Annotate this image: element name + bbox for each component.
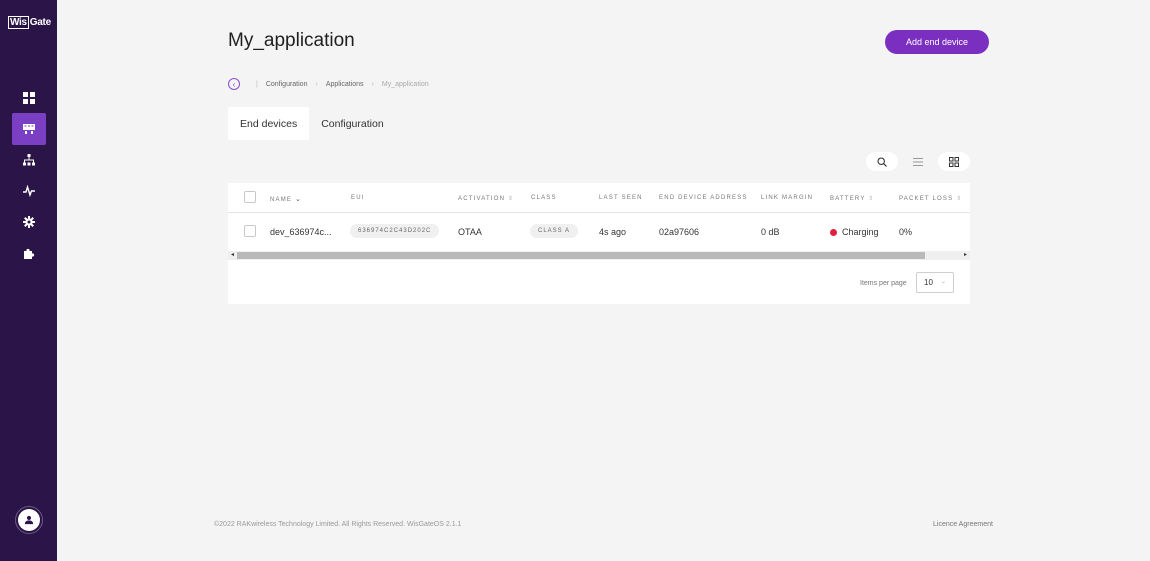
breadcrumb: ‹ | Configuration › Applications › My_ap… bbox=[228, 78, 429, 90]
table-row[interactable]: dev_636974c... 636974C2C43D202C OTAA CLA… bbox=[228, 213, 970, 250]
items-per-page-select[interactable]: 10 ⌄ bbox=[916, 272, 954, 293]
sidebar-item-dashboard[interactable] bbox=[12, 82, 46, 114]
list-view-button[interactable] bbox=[902, 152, 934, 171]
footer-copyright: ©2022 RAKwireless Technology Limited. Al… bbox=[214, 521, 462, 528]
battery-status-dot bbox=[830, 229, 837, 236]
device-packet-loss: 0% bbox=[899, 227, 913, 237]
sidebar-item-activity[interactable] bbox=[12, 175, 46, 207]
breadcrumb-item-configuration[interactable]: Configuration bbox=[266, 81, 308, 88]
back-button[interactable]: ‹ bbox=[228, 78, 240, 90]
sidebar-item-end-devices[interactable] bbox=[12, 113, 46, 145]
chevron-left-icon: ‹ bbox=[232, 79, 236, 89]
column-header-link-margin: LINK MARGIN bbox=[761, 195, 814, 201]
user-icon bbox=[24, 515, 34, 525]
column-header-packet-loss[interactable]: PACKET LOSS ⇕ bbox=[899, 195, 962, 202]
grid-icon bbox=[23, 92, 35, 104]
column-header-name[interactable]: NAME ⌄ bbox=[270, 195, 302, 203]
device-link-margin: 0 dB bbox=[761, 227, 780, 237]
network-icon bbox=[23, 154, 35, 166]
column-header-last-seen: LAST SEEN bbox=[599, 195, 643, 201]
sidebar-item-network[interactable] bbox=[12, 144, 46, 176]
device-last-seen: 4s ago bbox=[599, 227, 627, 237]
breadcrumb-item-current: My_application bbox=[381, 80, 429, 88]
column-header-battery[interactable]: BATTERY ⇕ bbox=[830, 195, 875, 202]
add-end-device-button[interactable]: Add end device bbox=[885, 30, 989, 54]
device-name[interactable]: dev_636974c... bbox=[270, 227, 332, 237]
chevron-down-icon: ⌄ bbox=[295, 196, 303, 203]
sort-icon: ⇕ bbox=[956, 196, 963, 202]
sidebar-item-settings[interactable] bbox=[12, 206, 46, 238]
column-header-class: CLASS bbox=[531, 195, 557, 201]
device-icon bbox=[23, 124, 35, 134]
licence-agreement-link[interactable]: Licence Agreement bbox=[933, 521, 993, 528]
sort-icon: ⇕ bbox=[868, 196, 875, 202]
row-checkbox[interactable] bbox=[244, 225, 256, 237]
select-all-checkbox[interactable] bbox=[244, 191, 256, 203]
view-toolbar bbox=[866, 152, 974, 171]
horizontal-scrollbar[interactable]: ◂ ▸ bbox=[228, 251, 970, 260]
chevron-down-icon: ⌄ bbox=[940, 279, 946, 285]
scroll-right-icon[interactable]: ▸ bbox=[964, 251, 967, 260]
device-battery: Charging bbox=[830, 227, 879, 237]
device-class-badge: CLASS A bbox=[530, 224, 579, 238]
scrollbar-thumb[interactable] bbox=[237, 252, 925, 259]
grid-view-button[interactable] bbox=[938, 152, 970, 171]
column-header-eui: EUI bbox=[351, 195, 365, 201]
puzzle-icon bbox=[24, 248, 35, 259]
column-header-activation[interactable]: ACTIVATION ⇕ bbox=[458, 195, 514, 202]
breadcrumb-item-applications[interactable]: Applications bbox=[326, 81, 364, 88]
items-per-page-label: Items per page bbox=[860, 280, 907, 287]
tab-end-devices[interactable]: End devices bbox=[228, 107, 310, 140]
wisgate-logo[interactable]: Wis Gate bbox=[8, 16, 51, 29]
list-view-icon bbox=[913, 157, 923, 166]
device-activation: OTAA bbox=[458, 227, 482, 237]
sidebar: Wis Gate bbox=[0, 0, 57, 561]
column-header-address: END DEVICE ADDRESS bbox=[659, 195, 748, 201]
end-devices-table: NAME ⌄ EUI ACTIVATION ⇕ CLASS LAST SEEN … bbox=[228, 183, 970, 304]
table-header: NAME ⌄ EUI ACTIVATION ⇕ CLASS LAST SEEN … bbox=[228, 183, 970, 213]
search-button[interactable] bbox=[866, 152, 898, 171]
tab-bar: End devices Configuration bbox=[228, 107, 396, 140]
grid-view-icon bbox=[949, 156, 959, 167]
pulse-icon bbox=[23, 185, 35, 197]
device-address: 02a97606 bbox=[659, 227, 700, 237]
avatar bbox=[18, 509, 40, 531]
device-eui: 636974C2C43D202C bbox=[350, 224, 440, 238]
scroll-left-icon[interactable]: ◂ bbox=[231, 251, 234, 260]
sort-icon: ⇕ bbox=[508, 196, 515, 202]
user-avatar-button[interactable] bbox=[15, 506, 43, 534]
tab-configuration[interactable]: Configuration bbox=[309, 107, 395, 140]
gear-icon bbox=[23, 216, 35, 228]
search-icon bbox=[877, 156, 887, 167]
page-title: My_application bbox=[228, 30, 355, 51]
sidebar-item-extensions[interactable] bbox=[12, 238, 46, 270]
